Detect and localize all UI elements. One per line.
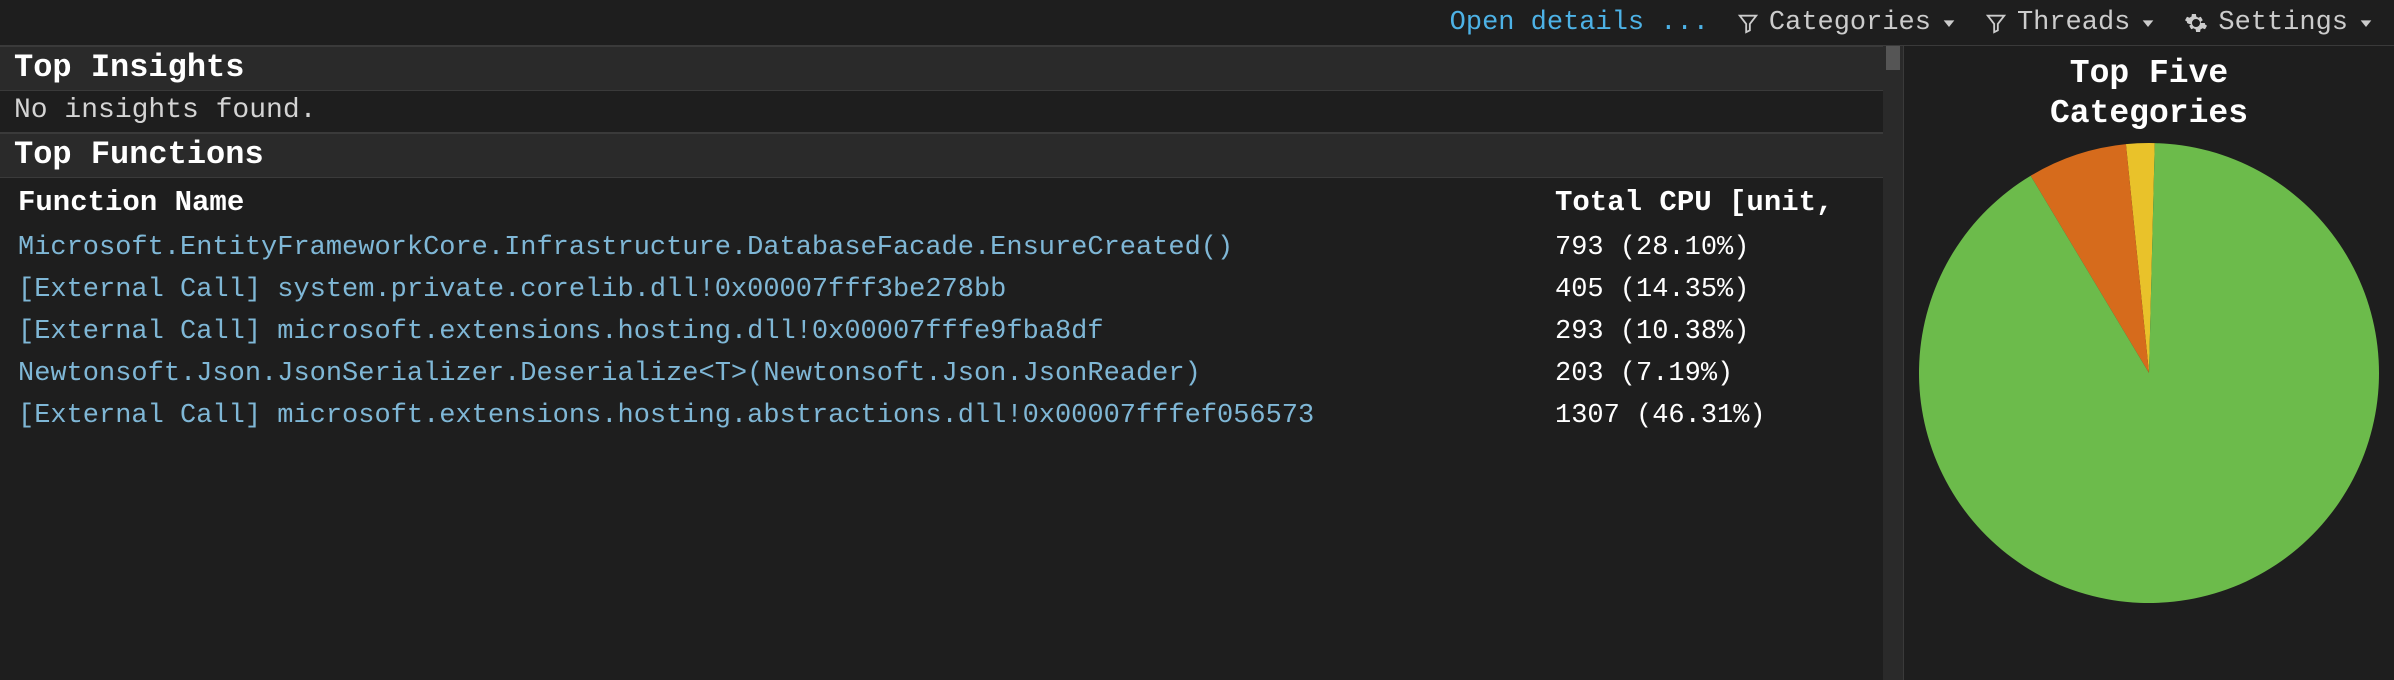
top-insights-header: Top Insights [0,46,1883,91]
table-row[interactable]: Microsoft.EntityFrameworkCore.Infrastruc… [0,227,1883,269]
right-panel: Top Five Categories [1904,46,2394,680]
settings-dropdown[interactable]: Settings [2184,8,2374,38]
function-name-link[interactable]: [External Call] microsoft.extensions.hos… [18,401,1539,431]
function-name-link[interactable]: [External Call] microsoft.extensions.hos… [18,317,1539,347]
function-name-link[interactable]: [External Call] system.private.corelib.d… [18,275,1539,305]
total-cpu-value: 793 (28.10%) [1555,233,1865,263]
column-header-function-name[interactable]: Function Name [18,186,1539,219]
left-panel: Top Insights No insights found. Top Func… [0,46,1904,680]
function-name-link[interactable]: Newtonsoft.Json.JsonSerializer.Deseriali… [18,359,1539,389]
categories-label: Categories [1769,8,1931,38]
column-header-total-cpu[interactable]: Total CPU [unit, [1555,186,1865,219]
main-area: Top Insights No insights found. Top Func… [0,46,2394,680]
settings-label: Settings [2218,8,2348,38]
categories-dropdown[interactable]: Categories [1737,8,1957,38]
table-row[interactable]: [External Call] system.private.corelib.d… [0,269,1883,311]
functions-table: Function Name Total CPU [unit, Microsoft… [0,178,1883,437]
title-line-1: Top Five [2070,55,2228,92]
threads-dropdown[interactable]: Threads [1985,8,2156,38]
toolbar: Open details ... Categories Threads Sett… [0,0,2394,46]
total-cpu-value: 1307 (46.31%) [1555,401,1865,431]
total-cpu-value: 203 (7.19%) [1555,359,1865,389]
top-insights-body: No insights found. [0,91,1883,133]
open-details-link[interactable]: Open details ... [1450,8,1709,38]
table-row[interactable]: [External Call] microsoft.extensions.hos… [0,395,1883,437]
table-row[interactable]: [External Call] microsoft.extensions.hos… [0,311,1883,353]
top-functions-header: Top Functions [0,133,1883,178]
gear-icon [2184,11,2208,35]
title-line-2: Categories [2050,95,2248,132]
function-name-link[interactable]: Microsoft.EntityFrameworkCore.Infrastruc… [18,233,1539,263]
total-cpu-value: 293 (10.38%) [1555,317,1865,347]
chevron-down-icon [1941,15,1957,31]
top-five-categories-pie-chart[interactable] [1919,143,2379,603]
chevron-down-icon [2358,15,2374,31]
filter-icon [1737,12,1759,34]
table-row[interactable]: Newtonsoft.Json.JsonSerializer.Deseriali… [0,353,1883,395]
threads-label: Threads [2017,8,2130,38]
vertical-scrollbar[interactable] [1883,46,1903,680]
filter-icon [1985,12,2007,34]
chevron-down-icon [2140,15,2156,31]
total-cpu-value: 405 (14.35%) [1555,275,1865,305]
functions-table-header: Function Name Total CPU [unit, [0,178,1883,227]
top-five-categories-title: Top Five Categories [2050,54,2248,133]
